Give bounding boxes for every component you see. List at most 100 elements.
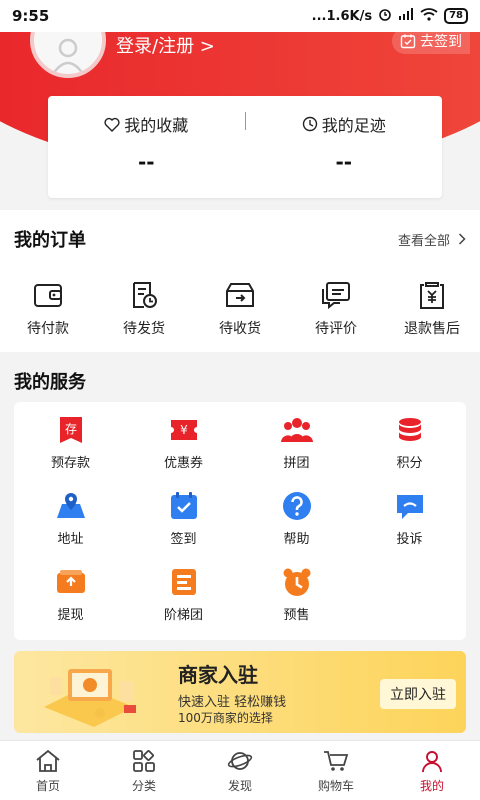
history-label-row: 我的足迹: [302, 112, 386, 136]
user-icon: [422, 751, 442, 773]
group-icon: [280, 418, 313, 442]
battery-indicator: 78: [444, 8, 468, 24]
service-label: 投诉: [396, 532, 423, 547]
planet-icon: [227, 752, 253, 770]
order-item-label: 待收货: [219, 321, 261, 337]
bottom-tab-bar: 首页 分类 发现 购物车 我的: [0, 740, 480, 800]
tab-label: 分类: [131, 779, 156, 793]
merchant-illustration: [44, 669, 136, 727]
tab-label: 我的: [419, 779, 444, 793]
status-bar: 9:55 ...1.6K/s 78: [0, 0, 480, 32]
doc-clock-icon: [133, 282, 157, 308]
deposit-icon: 存: [59, 417, 82, 443]
withdraw-icon: [56, 570, 85, 593]
coupon-glyph: ¥: [180, 423, 188, 437]
banner-title: 商家入驻: [178, 663, 258, 687]
signin-label: 去签到: [420, 34, 462, 50]
tab-category[interactable]: 分类: [96, 741, 192, 800]
default-avatar-icon: [51, 38, 85, 74]
complaint-icon: [396, 495, 423, 519]
service-label: 地址: [57, 532, 84, 547]
order-pending-payment[interactable]: 待付款: [0, 280, 96, 338]
orders-title: 我的订单: [14, 230, 86, 251]
order-item-label: 待评价: [315, 321, 357, 337]
service-label: 帮助: [283, 532, 310, 547]
order-pending-receipt[interactable]: 待收货: [192, 280, 288, 338]
category-icon: [133, 750, 155, 772]
service-label: 优惠券: [163, 456, 203, 471]
banner-subtitle: 快速入驻 轻松赚钱: [178, 695, 287, 710]
favorites-label: 我的收藏: [124, 116, 189, 135]
service-label: 预存款: [50, 456, 90, 471]
view-all-label: 查看全部: [397, 233, 450, 249]
status-indicators: ...1.6K/s 78: [312, 7, 468, 25]
merchant-join-banner[interactable]: 商家入驻 快速入驻 轻松赚钱 100万商家的选择 立即入驻: [14, 651, 466, 733]
service-deposit[interactable]: 存 预存款: [14, 414, 127, 490]
order-pending-shipment[interactable]: 待发货: [96, 280, 192, 338]
service-label: 预售: [283, 608, 310, 623]
service-label: 积分: [396, 456, 423, 471]
calendar-check-icon: [400, 34, 416, 49]
service-address[interactable]: 地址: [14, 490, 127, 566]
service-help[interactable]: 帮助: [240, 490, 353, 566]
tab-home[interactable]: 首页: [0, 741, 96, 800]
alarm-status-icon: [378, 7, 392, 25]
tab-label: 购物车: [317, 779, 354, 793]
coins-icon: [398, 418, 421, 441]
refund-icon: [420, 282, 444, 309]
signin-button[interactable]: 去签到: [392, 32, 470, 54]
home-icon: [36, 749, 60, 772]
history-label: 我的足迹: [321, 116, 386, 135]
box-icon: [226, 283, 254, 307]
heart-icon: [104, 117, 120, 132]
favorites-history-card: 我的收藏 -- 我的足迹 --: [48, 96, 442, 198]
tab-discover[interactable]: 发现: [192, 741, 288, 800]
order-status-row: 待付款 待发货 待收货 待评价 退款售后: [0, 280, 480, 338]
tab-label: 首页: [35, 779, 60, 793]
wifi-icon: [420, 7, 438, 25]
favorites-count: --: [137, 150, 155, 174]
order-item-label: 待发货: [123, 321, 165, 337]
coupon-icon: ¥: [170, 420, 197, 440]
ladder-icon: [171, 569, 196, 595]
cart-icon: [324, 751, 349, 771]
service-presale[interactable]: 预售: [240, 566, 353, 642]
wallet-icon: [34, 284, 62, 307]
service-complaint[interactable]: 投诉: [353, 490, 466, 566]
service-points[interactable]: 积分: [353, 414, 466, 490]
network-speed: ...1.6K/s: [311, 8, 373, 24]
view-all-orders-link[interactable]: 查看全部: [398, 230, 466, 249]
alarm-icon: [283, 568, 310, 596]
tab-cart[interactable]: 购物车: [288, 741, 384, 800]
clock-icon: [302, 116, 317, 132]
orders-section: 我的订单 查看全部 待付款 待发货 待收货 待评价 退款售后: [0, 210, 480, 352]
status-time: 9:55: [12, 7, 50, 25]
map-icon: [56, 493, 85, 518]
service-label: 提现: [57, 608, 84, 623]
order-refund-aftersale[interactable]: 退款售后: [384, 280, 480, 338]
history-count: --: [335, 150, 353, 174]
services-grid: 存 预存款 ¥ 优惠券 拼团 积分 地址 签到 帮助 投诉 提现 阶梯团 预售: [14, 402, 466, 640]
order-pending-review[interactable]: 待评价: [288, 280, 384, 338]
favorites-entry[interactable]: 我的收藏 --: [48, 96, 245, 198]
service-ladder-group[interactable]: 阶梯团: [127, 566, 240, 642]
chat-icon: [322, 282, 350, 310]
deposit-glyph: 存: [64, 422, 76, 436]
service-group-buy[interactable]: 拼团: [240, 414, 353, 490]
tab-mine[interactable]: 我的: [384, 741, 480, 800]
chevron-right-icon: [458, 233, 466, 245]
history-entry[interactable]: 我的足迹 --: [246, 96, 443, 198]
banner-note: 100万商家的选择: [178, 711, 273, 725]
favorites-label-row: 我的收藏: [104, 112, 188, 136]
calendar-check-icon: [170, 492, 197, 519]
services-title: 我的服务: [14, 372, 86, 393]
service-checkin[interactable]: 签到: [127, 490, 240, 566]
order-item-label: 待付款: [27, 321, 69, 337]
service-coupon[interactable]: ¥ 优惠券: [127, 414, 240, 490]
signal-icon: [398, 8, 414, 24]
help-icon: [282, 492, 311, 520]
join-now-button[interactable]: 立即入驻: [380, 679, 456, 709]
tab-label: 发现: [227, 779, 252, 793]
login-register-link[interactable]: 登录/注册 >: [116, 32, 215, 58]
service-withdraw[interactable]: 提现: [14, 566, 127, 642]
